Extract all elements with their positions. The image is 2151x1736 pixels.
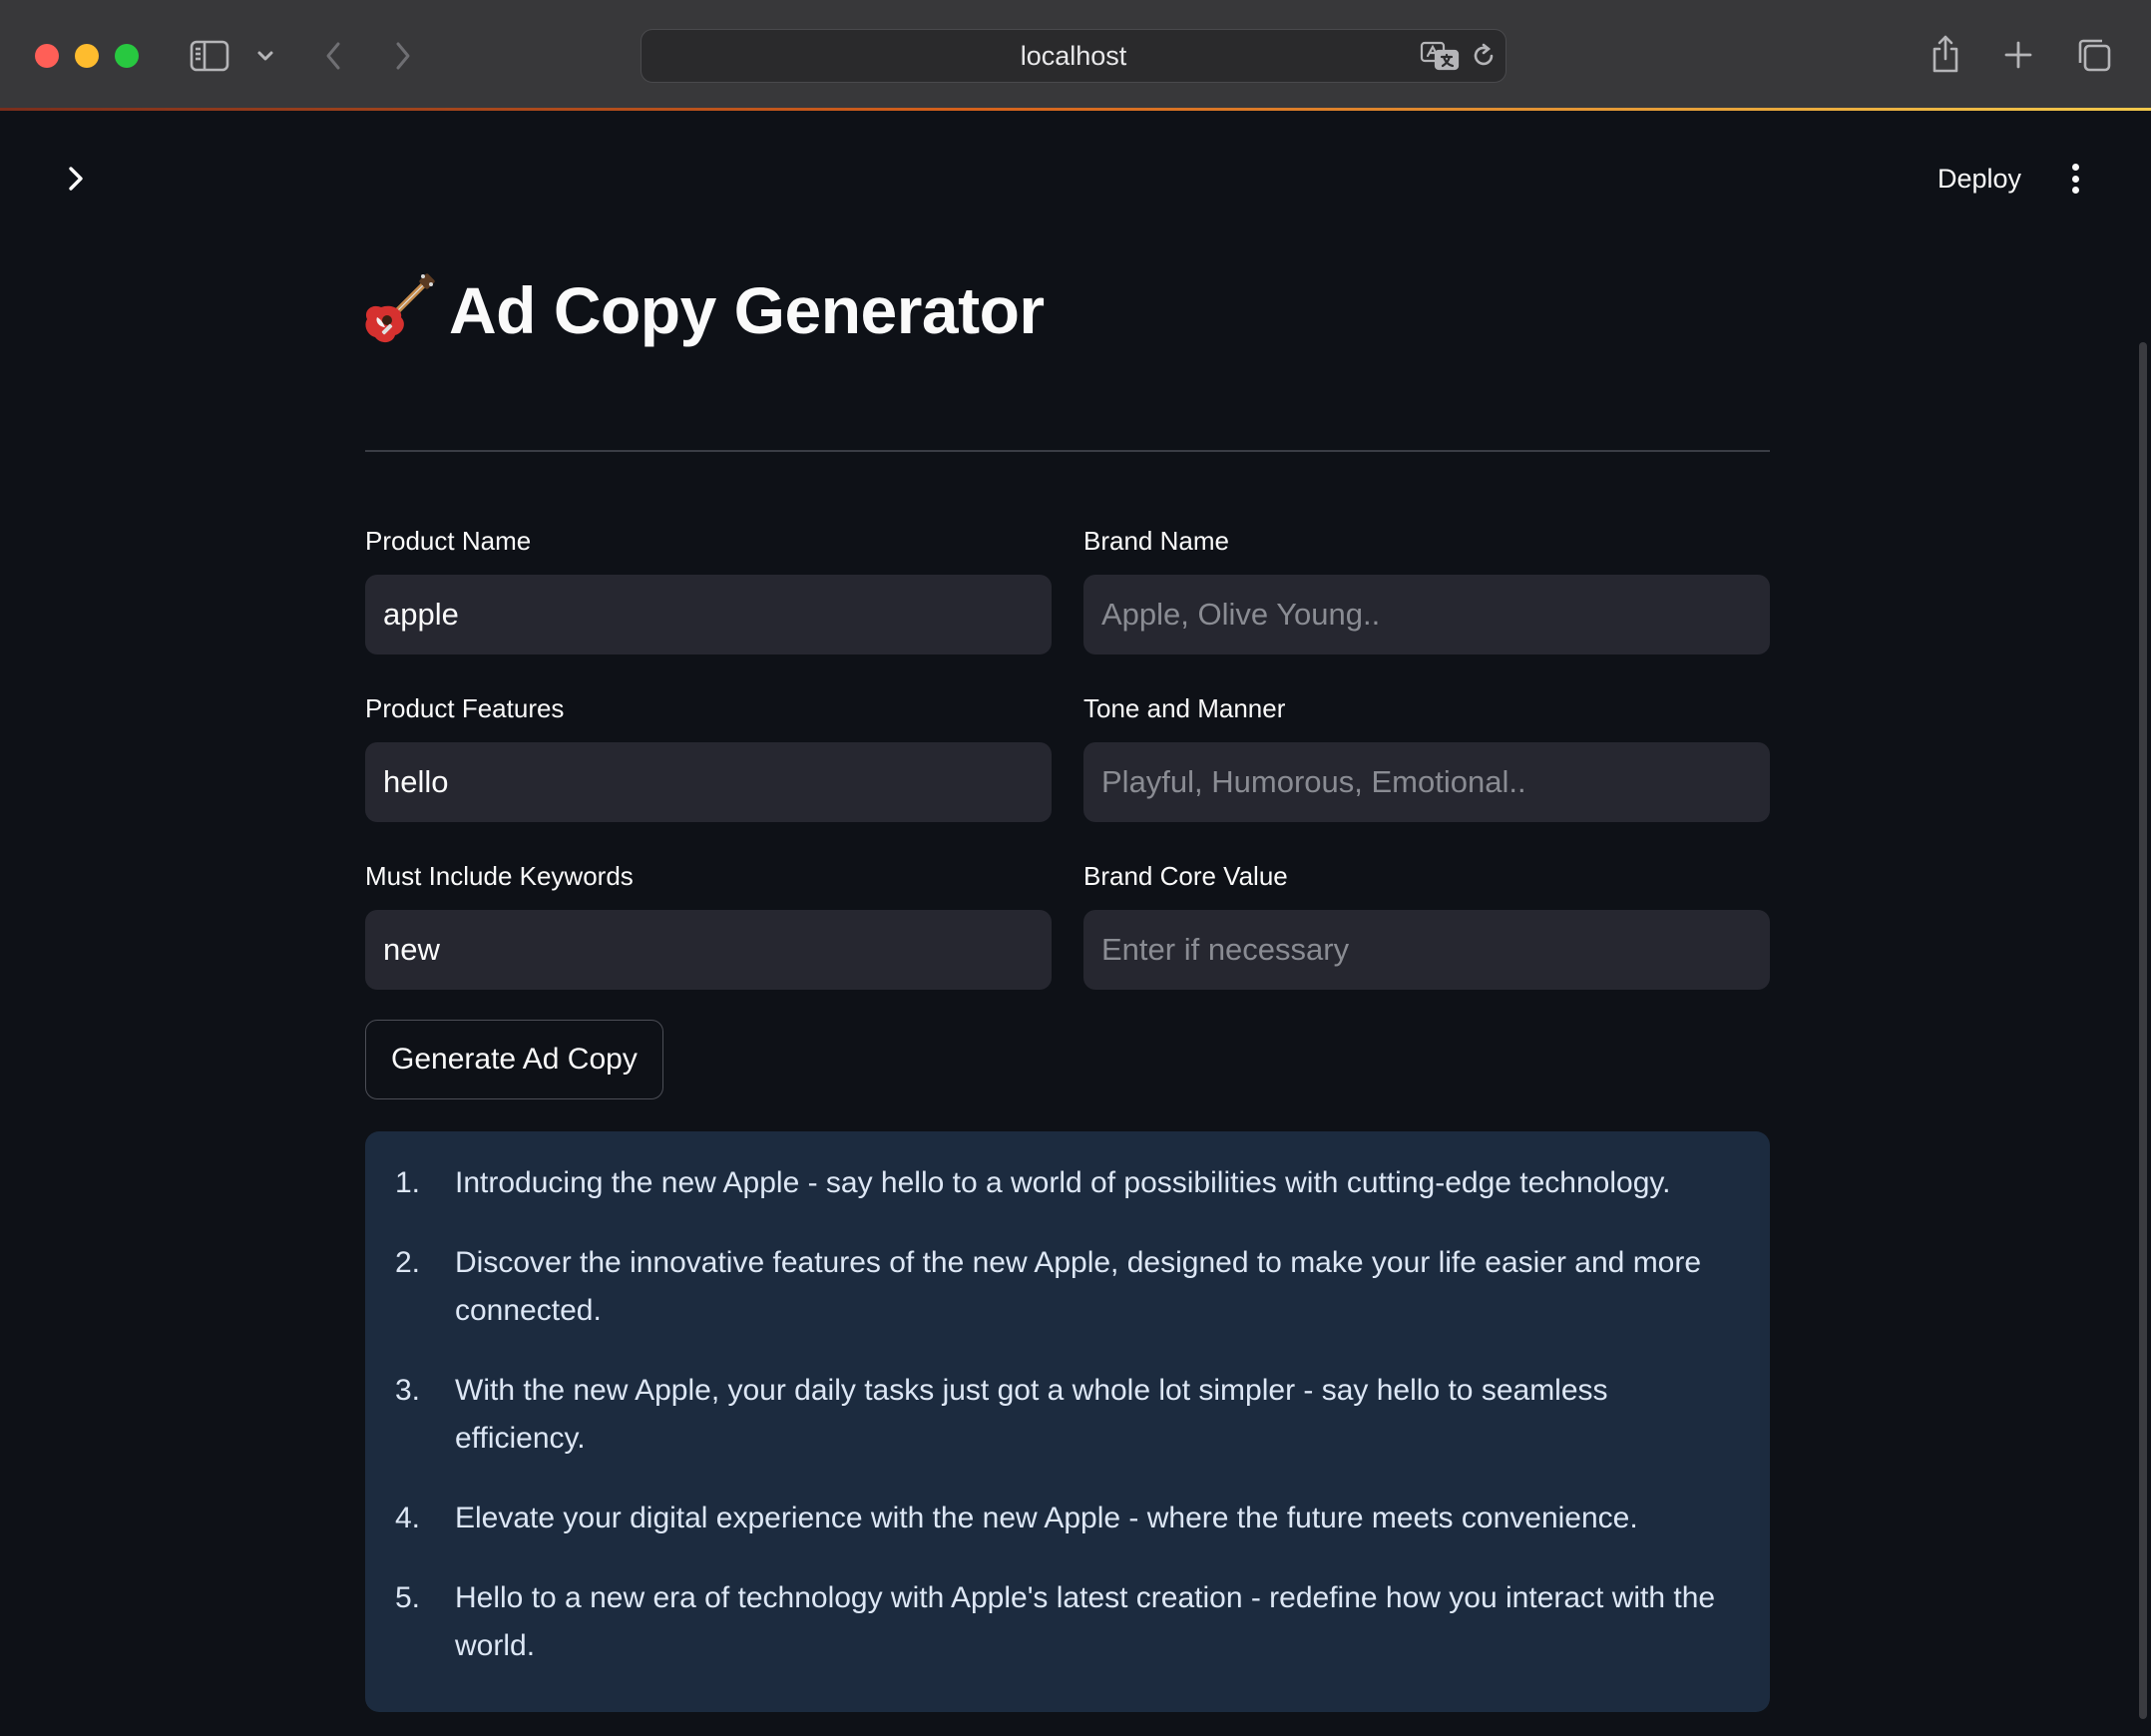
page-load-accent [0,108,2151,111]
share-icon[interactable] [1928,32,1963,76]
product-features-label: Product Features [365,693,565,723]
product-name-input[interactable] [365,575,1052,654]
ad-copy-list: 1. Introducing the new Apple - say hello… [395,1159,1730,1670]
ad-copy-text: With the new Apple, your daily tasks jus… [455,1374,1608,1455]
ad-copy-number: 5. [395,1581,421,1614]
product-name-label: Product Name [365,526,532,556]
must-include-keywords-field: Must Include Keywords [365,858,1052,990]
must-include-keywords-input[interactable] [365,910,1052,990]
product-features-field: Product Features [365,690,1052,822]
ad-copy-item: 4. Elevate your digital experience with … [395,1495,1730,1542]
forward-arrow-icon[interactable] [387,36,419,76]
sidebar-toggle-icon[interactable] [188,36,231,76]
tone-and-manner-label: Tone and Manner [1083,693,1286,723]
product-features-input[interactable] [365,742,1052,822]
main-menu-kebab-icon[interactable] [2059,161,2091,197]
ad-copy-number: 2. [395,1246,421,1279]
ad-copy-item: 2. Discover the innovative features of t… [395,1239,1730,1335]
title-divider [365,450,1770,452]
browser-toolbar: localhost [0,0,2151,111]
ad-copy-item: 5. Hello to a new era of technology with… [395,1574,1730,1670]
deploy-button[interactable]: Deploy [1924,157,2035,201]
tab-overview-icon[interactable] [2075,36,2113,74]
brand-name-input[interactable] [1083,575,1770,654]
ad-copy-text: Elevate your digital experience with the… [455,1502,1638,1534]
ad-copy-number: 4. [395,1502,421,1534]
address-bar-url: localhost [1020,40,1127,71]
ad-copy-text: Hello to a new era of technology with Ap… [455,1581,1716,1662]
scrollbar-thumb[interactable] [2139,342,2147,1719]
chevron-down-icon[interactable] [253,42,277,70]
ad-copy-number: 1. [395,1166,421,1199]
tone-and-manner-input[interactable] [1083,742,1770,822]
brand-core-value-input[interactable] [1083,910,1770,990]
must-include-keywords-label: Must Include Keywords [365,861,634,891]
brand-name-field: Brand Name [1083,523,1770,654]
minimize-window-button[interactable] [75,44,99,68]
app-viewport: Deploy Ad Copy Generator Product Name Br… [0,113,2151,1736]
page-title: Ad Copy Generator [449,273,1045,347]
tone-and-manner-field: Tone and Manner [1083,690,1770,822]
close-window-button[interactable] [35,44,59,68]
brand-core-value-label: Brand Core Value [1083,861,1288,891]
ad-copy-item: 3. With the new Apple, your daily tasks … [395,1367,1730,1463]
reload-icon[interactable] [1468,40,1500,72]
new-tab-plus-icon[interactable] [2001,38,2035,72]
brand-name-label: Brand Name [1083,526,1229,556]
generate-ad-copy-button[interactable]: Generate Ad Copy [365,1020,663,1099]
ad-copy-text: Discover the innovative features of the … [455,1246,1702,1327]
ad-copy-item: 1. Introducing the new Apple - say hello… [395,1159,1730,1207]
brand-core-value-field: Brand Core Value [1083,858,1770,990]
product-name-field: Product Name [365,523,1052,654]
generated-ad-copy-box: 1. Introducing the new Apple - say hello… [365,1131,1770,1712]
title-row: Ad Copy Generator [361,272,1045,348]
expand-sidebar-chevron-icon[interactable] [64,165,88,198]
zoom-window-button[interactable] [115,44,139,68]
back-arrow-icon[interactable] [317,36,349,76]
guitar-emoji-icon [365,273,435,343]
ad-copy-number: 3. [395,1374,421,1407]
ad-copy-text: Introducing the new Apple - say hello to… [455,1166,1671,1199]
address-bar[interactable]: localhost [641,29,1506,83]
translate-icon[interactable] [1419,40,1461,72]
